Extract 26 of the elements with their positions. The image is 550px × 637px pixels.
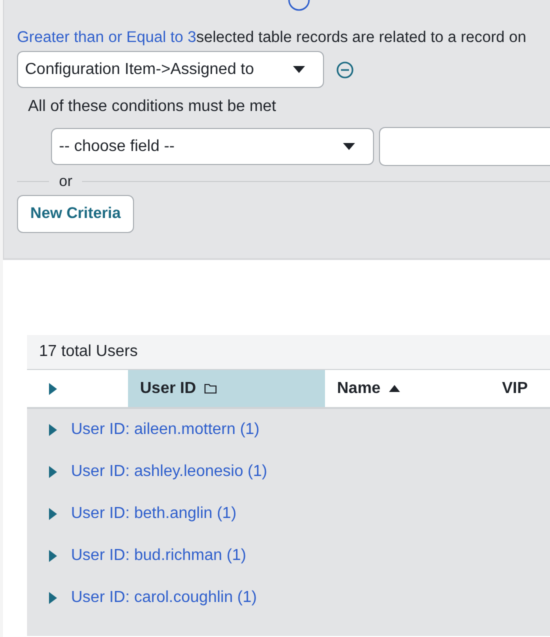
or-label: or: [59, 173, 72, 190]
sort-up-icon: [388, 385, 400, 392]
group-link[interactable]: User ID: bud.richman (1): [71, 547, 246, 565]
total-count: 17 total Users: [27, 335, 550, 370]
remove-icon[interactable]: [336, 60, 354, 78]
group-link[interactable]: User ID: beth.anglin (1): [71, 505, 236, 523]
caret-icon: [343, 143, 355, 150]
field-select[interactable]: -- choose field --: [51, 128, 374, 165]
count-link[interactable]: Greater than or Equal to 3: [17, 29, 196, 46]
group-link[interactable]: User ID: carol.coughlin (1): [71, 589, 257, 607]
expand-icon[interactable]: [49, 592, 57, 604]
value-field[interactable]: [379, 127, 550, 166]
expand-icon[interactable]: [49, 382, 57, 394]
conditions-label: All of these conditions must be met: [28, 98, 278, 116]
expand-icon[interactable]: [49, 466, 57, 478]
folder-icon: [204, 383, 218, 394]
new-criteria-button[interactable]: New Criteria: [17, 195, 134, 233]
expand-icon[interactable]: [49, 508, 57, 520]
relation-select[interactable]: Configuration Item->Assigned to: [17, 51, 324, 88]
group-link[interactable]: User ID: ashley.leonesio (1): [71, 463, 268, 481]
condition-text: selected table records are related to a record on: [196, 29, 526, 46]
group-link[interactable]: User ID: aileen.mottern (1): [71, 421, 260, 439]
expand-icon[interactable]: [49, 550, 57, 562]
caret-icon: [293, 66, 305, 73]
expand-icon[interactable]: [49, 424, 57, 436]
column-header[interactable]: User ID: [128, 370, 325, 407]
